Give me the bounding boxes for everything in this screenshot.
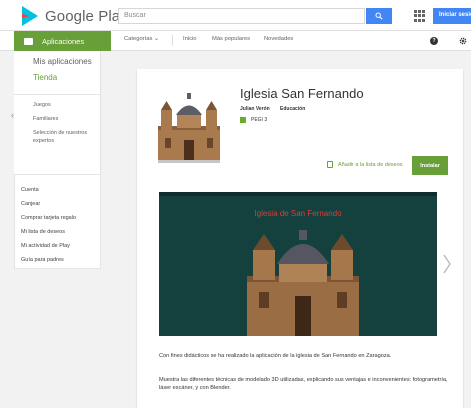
nav-home[interactable]: Inicio: [183, 36, 197, 42]
apps-grid-icon[interactable]: [414, 10, 426, 22]
account-item-parent-guide[interactable]: Guía para padres: [21, 257, 64, 263]
gear-icon[interactable]: [459, 37, 467, 45]
tab-apps-label: Aplicaciones: [42, 36, 85, 46]
tab-apps[interactable]: Aplicaciones: [14, 31, 111, 51]
nav-new[interactable]: Novedades: [264, 36, 293, 42]
app-screenshot[interactable]: Iglesia de San Fernando: [159, 192, 437, 336]
account-item-activity[interactable]: Mi actividad de Play: [21, 243, 70, 249]
chevron-down-icon: ⌄: [153, 36, 159, 42]
wishlist-link[interactable]: Añadir a la lista de deseos: [338, 162, 403, 168]
signin-button[interactable]: Iniciar sesión: [433, 8, 471, 24]
sidebar: [14, 51, 101, 174]
app-title: Iglesia San Fernando: [240, 86, 364, 101]
sidebar-item-store[interactable]: Tienda: [33, 73, 57, 82]
account-item-account[interactable]: Cuenta: [21, 187, 39, 193]
search-input[interactable]: Buscar: [118, 8, 365, 24]
account-item-redeem[interactable]: Canjear: [21, 201, 40, 207]
account-item-wishlist[interactable]: Mi lista de deseos: [21, 229, 65, 235]
next-screenshot-button[interactable]: [437, 238, 457, 290]
account-item-gift-card[interactable]: Comprar tarjeta regalo: [21, 215, 76, 221]
logo-text: Google Play: [45, 7, 128, 25]
google-play-logo[interactable]: Google Play: [22, 5, 128, 27]
nav-categories-label: Categorías: [124, 36, 153, 42]
app-description-para-2: Muestra las diferentes técnicas de model…: [159, 377, 448, 391]
search-icon: [375, 12, 383, 20]
help-icon[interactable]: ?: [430, 37, 438, 45]
android-icon: [24, 37, 33, 45]
nav-categories[interactable]: Categorías ⌄: [124, 36, 159, 42]
app-author-link[interactable]: Julian Verón: [240, 106, 270, 112]
play-logo-icon: [22, 6, 38, 26]
sidebar-item-my-apps[interactable]: Mis aplicaciones: [33, 57, 92, 66]
content-rating: PEGI 3: [251, 117, 268, 123]
pegi-badge-icon: [240, 117, 246, 123]
sidebar-item-family[interactable]: Familiares: [33, 115, 103, 123]
nav-divider: [172, 35, 173, 46]
sidebar-item-games[interactable]: Juegos: [33, 101, 103, 109]
app-thumbnail: [155, 90, 223, 165]
chevron-right-icon: [443, 254, 451, 274]
search-button[interactable]: [366, 8, 392, 24]
app-category-link[interactable]: Educación: [280, 106, 305, 112]
back-chevron-icon[interactable]: ‹: [11, 110, 14, 120]
sidebar-divider: [14, 94, 101, 95]
wishlist-icon[interactable]: [327, 161, 333, 168]
nav-popular[interactable]: Más populares: [212, 36, 250, 42]
church-model-image: [247, 230, 359, 336]
app-description-para-1: Con fines didácticos se ha realizado la …: [159, 353, 392, 359]
sidebar-item-editors-choice[interactable]: Selección de nuestros expertos: [33, 129, 103, 145]
install-button[interactable]: Instalar: [412, 156, 448, 175]
